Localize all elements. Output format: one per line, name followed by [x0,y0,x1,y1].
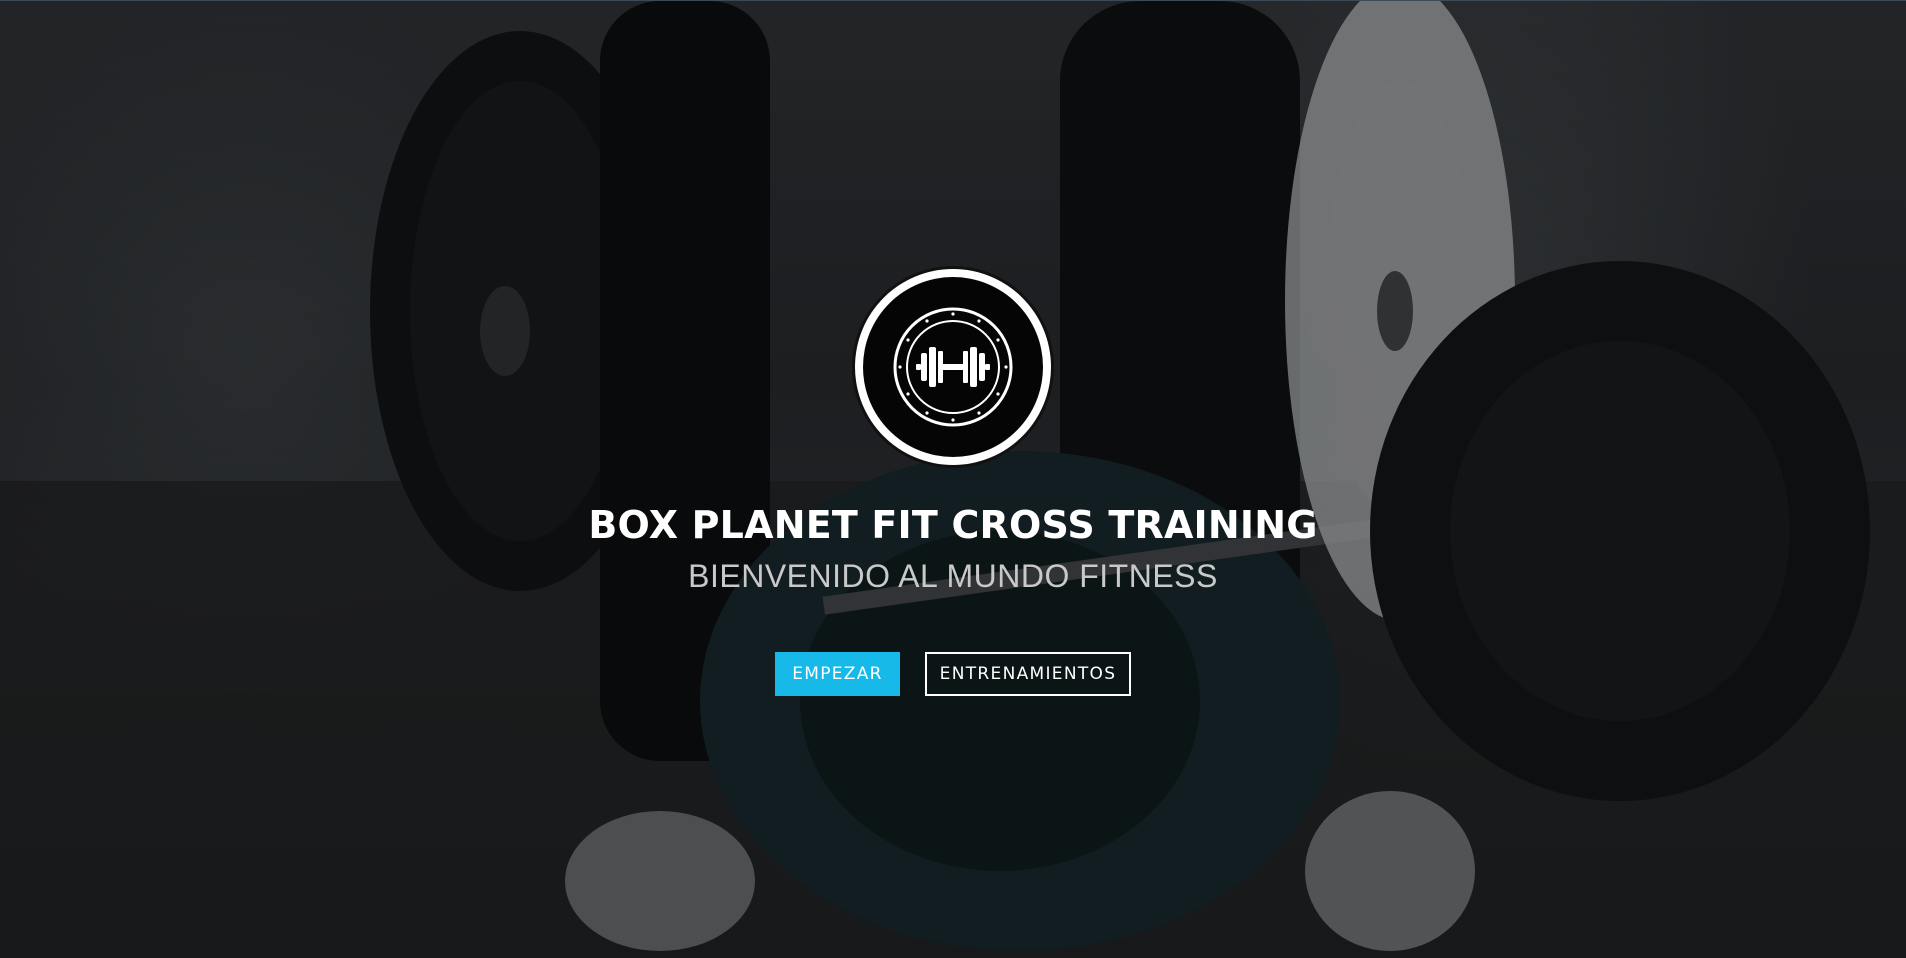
entrenamientos-button[interactable]: ENTRENAMIENTOS [925,651,1131,696]
page-title: BOX PLANET FIT CROSS TRAINING [588,503,1318,547]
hero-section: BOX PLANET FIT CROSS TRAINING BIENVENIDO… [0,0,1906,958]
logo-inner-circle [863,277,1043,457]
empezar-button[interactable]: EMPEZAR [775,651,900,696]
hero-content: BOX PLANET FIT CROSS TRAINING BIENVENIDO… [0,269,1906,696]
dumbbell-icon [893,307,1013,427]
page-subtitle: BIENVENIDO AL MUNDO FITNESS [688,557,1218,594]
brand-logo [855,269,1051,465]
hero-buttons: EMPEZAR ENTRENAMIENTOS [775,651,1131,696]
